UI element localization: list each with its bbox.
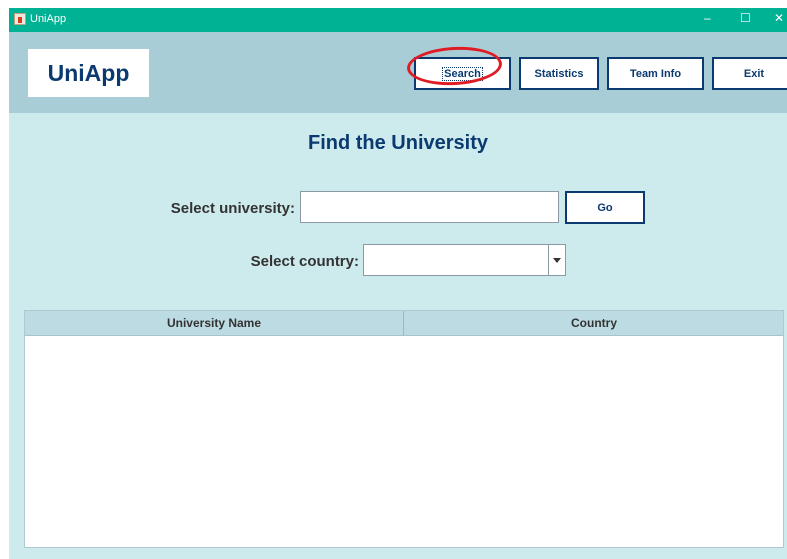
- title-bar[interactable]: UniApp – ☐ ✕: [9, 8, 787, 32]
- java-app-icon: [14, 13, 26, 25]
- minimize-button[interactable]: –: [704, 11, 711, 25]
- chevron-down-icon: [553, 257, 561, 263]
- table-header: University Name Country: [25, 311, 783, 336]
- team-info-button[interactable]: Team Info: [607, 57, 704, 90]
- country-select[interactable]: [363, 244, 566, 276]
- window-title: UniApp: [30, 13, 67, 25]
- table-body[interactable]: [25, 336, 783, 547]
- column-header-country[interactable]: Country: [404, 311, 784, 335]
- page-title: Find the University: [307, 132, 489, 154]
- app-logo: UniApp: [28, 49, 149, 97]
- university-input[interactable]: [300, 191, 559, 223]
- maximize-button[interactable]: ☐: [740, 11, 751, 25]
- go-button[interactable]: Go: [565, 191, 645, 224]
- statistics-button[interactable]: Statistics: [519, 57, 599, 90]
- column-header-university-name[interactable]: University Name: [25, 311, 404, 335]
- exit-button[interactable]: Exit: [712, 57, 787, 90]
- app-window: UniApp – ☐ ✕ UniApp Search Statistics Te…: [9, 8, 787, 559]
- dropdown-button[interactable]: [548, 245, 565, 275]
- country-label: Select country:: [250, 253, 359, 270]
- results-table: University Name Country: [24, 310, 784, 548]
- close-button[interactable]: ✕: [774, 11, 784, 25]
- app-header: UniApp Search Statistics Team Info Exit: [9, 32, 787, 113]
- university-label: Select university:: [170, 200, 295, 217]
- search-button[interactable]: Search: [414, 57, 511, 90]
- search-button-label: Search: [442, 66, 483, 81]
